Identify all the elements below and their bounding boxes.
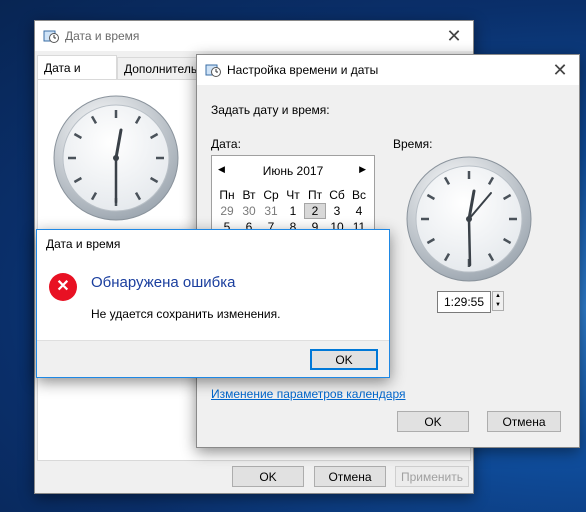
calendar-day[interactable]: 1 [282,203,304,219]
weekday-header: Сб [329,188,345,202]
calendar-day-selected[interactable]: 2 [304,203,326,219]
time-input[interactable]: 1:29:55 [437,291,491,313]
weekday-header: Пн [219,188,235,202]
weekday-header: Вт [242,188,256,202]
title-bar[interactable]: Дата и время ✕ [35,21,473,51]
calendar-header: ◀ Июнь 2017 ▶ [212,164,374,180]
weekday-header: Пт [307,188,323,202]
dialog-footer: OK [37,340,389,377]
ok-button[interactable]: OK [232,466,304,487]
tab-date-time[interactable]: Дата и время [37,55,117,99]
clock-calendar-icon [205,64,221,77]
title-bar[interactable]: Дата и время [37,230,389,258]
arrow-right-icon[interactable]: ▶ [359,164,366,175]
apply-button[interactable]: Применить [395,466,469,487]
cancel-button[interactable]: Отмена [487,411,561,432]
time-spinner[interactable]: ▲ ▼ [492,291,504,311]
weekday-header: Чт [286,188,300,202]
calendar-month-title[interactable]: Июнь 2017 [212,164,374,178]
ok-button[interactable]: OK [310,349,378,370]
weekday-header: Ср [263,188,279,202]
calendar-day[interactable]: 31 [260,203,282,219]
spin-down-icon[interactable]: ▼ [493,301,503,310]
window-title: Настройка времени и даты [227,63,379,77]
close-icon[interactable]: ✕ [443,25,465,47]
error-dialog: Дата и время ✕ Обнаружена ошибка Не удае… [36,229,390,378]
set-date-time-label: Задать дату и время: [211,103,330,117]
calendar-settings-link[interactable]: Изменение параметров календаря [211,387,406,401]
analog-clock [53,95,179,221]
error-heading: Обнаружена ошибка [91,274,236,291]
error-icon: ✕ [49,273,77,301]
calendar-grid: Пн Вт Ср Чт Пт Сб Вс 29 30 31 1 2 3 4 5 … [216,187,370,235]
calendar-day[interactable]: 30 [238,203,260,219]
dialog-title: Дата и время [46,237,121,251]
title-bar[interactable]: Настройка времени и даты ✕ [197,55,579,85]
time-label: Время: [393,137,433,151]
tab-additional-clocks[interactable]: Дополнительные часы [117,57,201,79]
window-title: Дата и время [65,29,140,43]
date-label: Дата: [211,137,241,151]
calendar-day[interactable]: 29 [216,203,238,219]
calendar-day[interactable]: 4 [348,203,370,219]
weekday-row: Пн Вт Ср Чт Пт Сб Вс [216,187,370,203]
weekday-header: Вс [351,188,366,202]
error-message: Не удается сохранить изменения. [91,307,281,321]
cancel-button[interactable]: Отмена [314,466,386,487]
analog-clock [406,156,532,282]
spin-up-icon[interactable]: ▲ [493,292,503,301]
ok-button[interactable]: OK [397,411,469,432]
clock-calendar-icon [43,30,59,43]
close-icon[interactable]: ✕ [549,59,571,81]
calendar-week: 29 30 31 1 2 3 4 [216,203,370,219]
calendar-day[interactable]: 3 [326,203,348,219]
